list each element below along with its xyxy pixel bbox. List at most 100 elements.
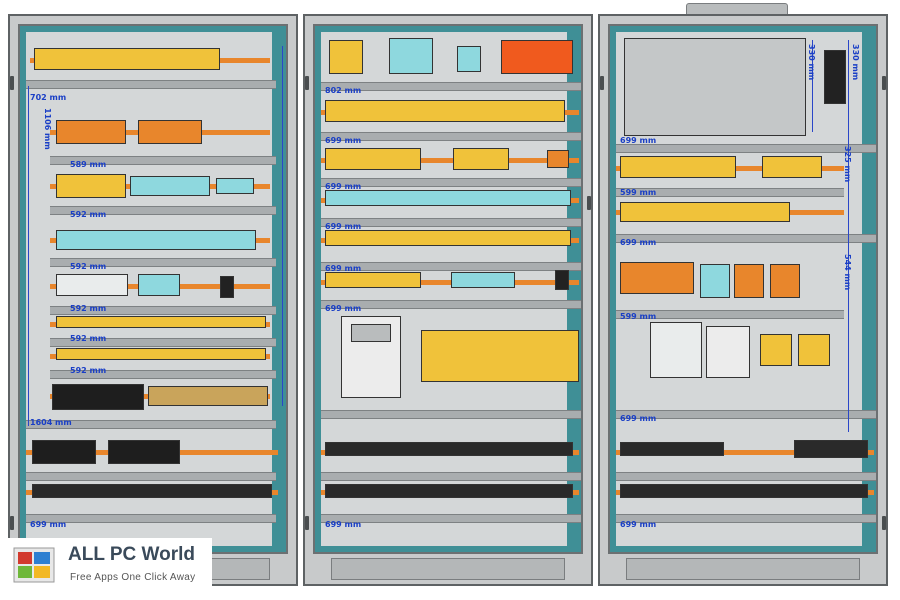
breaker-row — [421, 330, 579, 382]
dimension-line — [28, 86, 29, 426]
dimension-label: 699 mm — [325, 182, 362, 191]
terminal-row — [325, 148, 421, 170]
terminal-row — [325, 442, 573, 456]
frequency-converter — [501, 40, 573, 74]
dimension-label: 802 mm — [325, 86, 362, 95]
door-hinge — [305, 76, 309, 90]
relay-group — [56, 174, 126, 198]
cabinet-plinth — [626, 558, 860, 580]
terminal-row — [108, 440, 180, 464]
power-supply — [457, 46, 481, 72]
terminal-block — [329, 40, 363, 74]
breaker-row — [138, 274, 180, 296]
contactor — [760, 334, 792, 366]
terminal-row — [56, 316, 266, 328]
dimension-line — [282, 46, 283, 406]
relay-group — [130, 176, 210, 196]
terminal-block — [220, 276, 234, 298]
dimension-label: 699 mm — [620, 238, 657, 247]
dimension-label: 592 mm — [70, 334, 107, 343]
door-hinge — [587, 196, 591, 210]
terminal-row — [620, 202, 790, 222]
dimension-label: 699 mm — [325, 304, 362, 313]
cable-duct — [616, 472, 876, 481]
dimension-label: 699 mm — [325, 264, 362, 273]
dimension-label: 592 mm — [70, 366, 107, 375]
door-hinge — [600, 76, 604, 90]
dimension-label: 699 mm — [620, 414, 657, 423]
dimension-label: 699 mm — [620, 520, 657, 529]
dimension-label: 589 mm — [70, 160, 107, 169]
breaker-row — [56, 274, 128, 296]
dimension-label: 1604 mm — [30, 418, 72, 427]
hmi-display-panel — [624, 38, 806, 136]
dimension-label: 699 mm — [620, 136, 657, 145]
hmi-screen — [351, 324, 391, 342]
cable-duct — [321, 472, 581, 481]
middle-mounting-frame: 802 mm 699 mm 699 mm 699 mm 699 mm 699 m… — [313, 24, 583, 554]
dimension-label: 599 mm — [620, 188, 657, 197]
power-supply — [824, 50, 846, 104]
cabinet-plinth — [331, 558, 565, 580]
dimension-label: 699 mm — [325, 222, 362, 231]
dimension-label: 592 mm — [70, 210, 107, 219]
dimension-label: 1106 mm — [43, 108, 52, 150]
terminal-row — [325, 230, 571, 246]
terminal-row — [52, 384, 144, 410]
dimension-label: 702 mm — [30, 93, 67, 102]
watermark-tagline: Free Apps One Click Away — [70, 572, 196, 583]
terminal-row — [32, 440, 96, 464]
terminal-row — [620, 442, 724, 456]
terminal-row — [32, 484, 272, 498]
terminal-row — [547, 150, 569, 168]
door-hinge — [882, 76, 886, 90]
dimension-label: 699 mm — [325, 136, 362, 145]
contactor-group — [138, 120, 202, 144]
dimension-label: 330 mm — [851, 44, 860, 81]
middle-cabinet: 802 mm 699 mm 699 mm 699 mm 699 mm 699 m… — [303, 14, 593, 586]
dimension-label: 544 mm — [843, 254, 852, 291]
contactor — [734, 264, 764, 298]
dimension-label: 592 mm — [70, 304, 107, 313]
cable-duct — [321, 410, 581, 419]
motor-protection-breaker — [650, 322, 702, 378]
terminal-block — [555, 270, 569, 290]
contactor — [770, 264, 800, 298]
watermark-title: ALL PC World — [68, 544, 196, 565]
dimension-label: 699 mm — [325, 520, 362, 529]
dimension-label: 599 mm — [620, 312, 657, 321]
terminal-row — [620, 262, 694, 294]
plc-module — [389, 38, 433, 74]
terminal-row — [620, 484, 868, 498]
logo-icon — [12, 542, 60, 586]
terminal-row — [325, 484, 573, 498]
left-cabinet: 702 mm 1106 mm 589 mm 592 mm 592 mm 592 … — [8, 14, 298, 586]
right-cabinet: 330 mm 330 mm 325 mm 544 mm 699 mm 599 m… — [598, 14, 888, 586]
dimension-label: 325 mm — [843, 146, 852, 183]
cable-duct — [26, 472, 276, 481]
door-hinge — [882, 516, 886, 530]
door-hinge — [305, 516, 309, 530]
terminal-row — [453, 148, 509, 170]
terminal-row — [762, 156, 822, 178]
terminal-row — [451, 272, 515, 288]
contactor — [798, 334, 830, 366]
dimension-line — [848, 40, 849, 432]
main-switch — [706, 326, 750, 378]
dimension-label: 330 mm — [807, 44, 816, 81]
contactor-group — [56, 120, 126, 144]
door-hinge — [10, 76, 14, 90]
terminal-block-strip — [34, 48, 220, 70]
terminal-row — [56, 348, 266, 360]
terminal-row — [56, 230, 256, 250]
terminal-row — [325, 100, 565, 122]
terminal-row — [794, 440, 868, 458]
terminal-row — [325, 272, 421, 288]
right-mounting-frame: 330 mm 330 mm 325 mm 544 mm 699 mm 599 m… — [608, 24, 878, 554]
terminal-row — [620, 156, 736, 178]
contactor — [700, 264, 730, 298]
door-hinge — [10, 516, 14, 530]
dimension-label: 592 mm — [70, 262, 107, 271]
watermark-logo: ALL PC World Free Apps One Click Away — [6, 538, 212, 592]
cable-duct — [26, 80, 276, 89]
